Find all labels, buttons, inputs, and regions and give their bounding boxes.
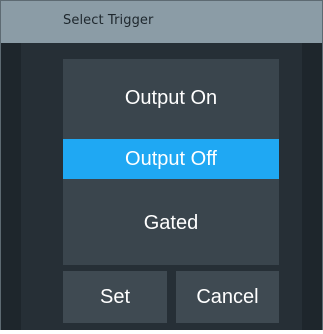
dialog-title: Select Trigger <box>63 13 154 28</box>
cancel-button[interactable]: Cancel <box>176 271 279 323</box>
option-label: Gated <box>143 211 199 234</box>
option-output-off[interactable]: Output Off <box>63 139 279 179</box>
set-button[interactable]: Set <box>63 271 167 323</box>
option-gated[interactable]: Gated <box>63 181 279 265</box>
trigger-option-list: Output On Output Off Gated <box>63 59 279 265</box>
right-side-panel <box>302 43 322 333</box>
option-label: Output On <box>124 86 218 109</box>
option-label: Output Off <box>125 147 217 170</box>
bottom-edge <box>0 330 323 334</box>
option-output-on[interactable]: Output On <box>63 59 279 137</box>
left-side-panel <box>1 43 21 333</box>
dialog-titlebar: Select Trigger <box>1 1 322 43</box>
select-trigger-dialog: Select Trigger Output On Output Off Gate… <box>0 0 323 333</box>
